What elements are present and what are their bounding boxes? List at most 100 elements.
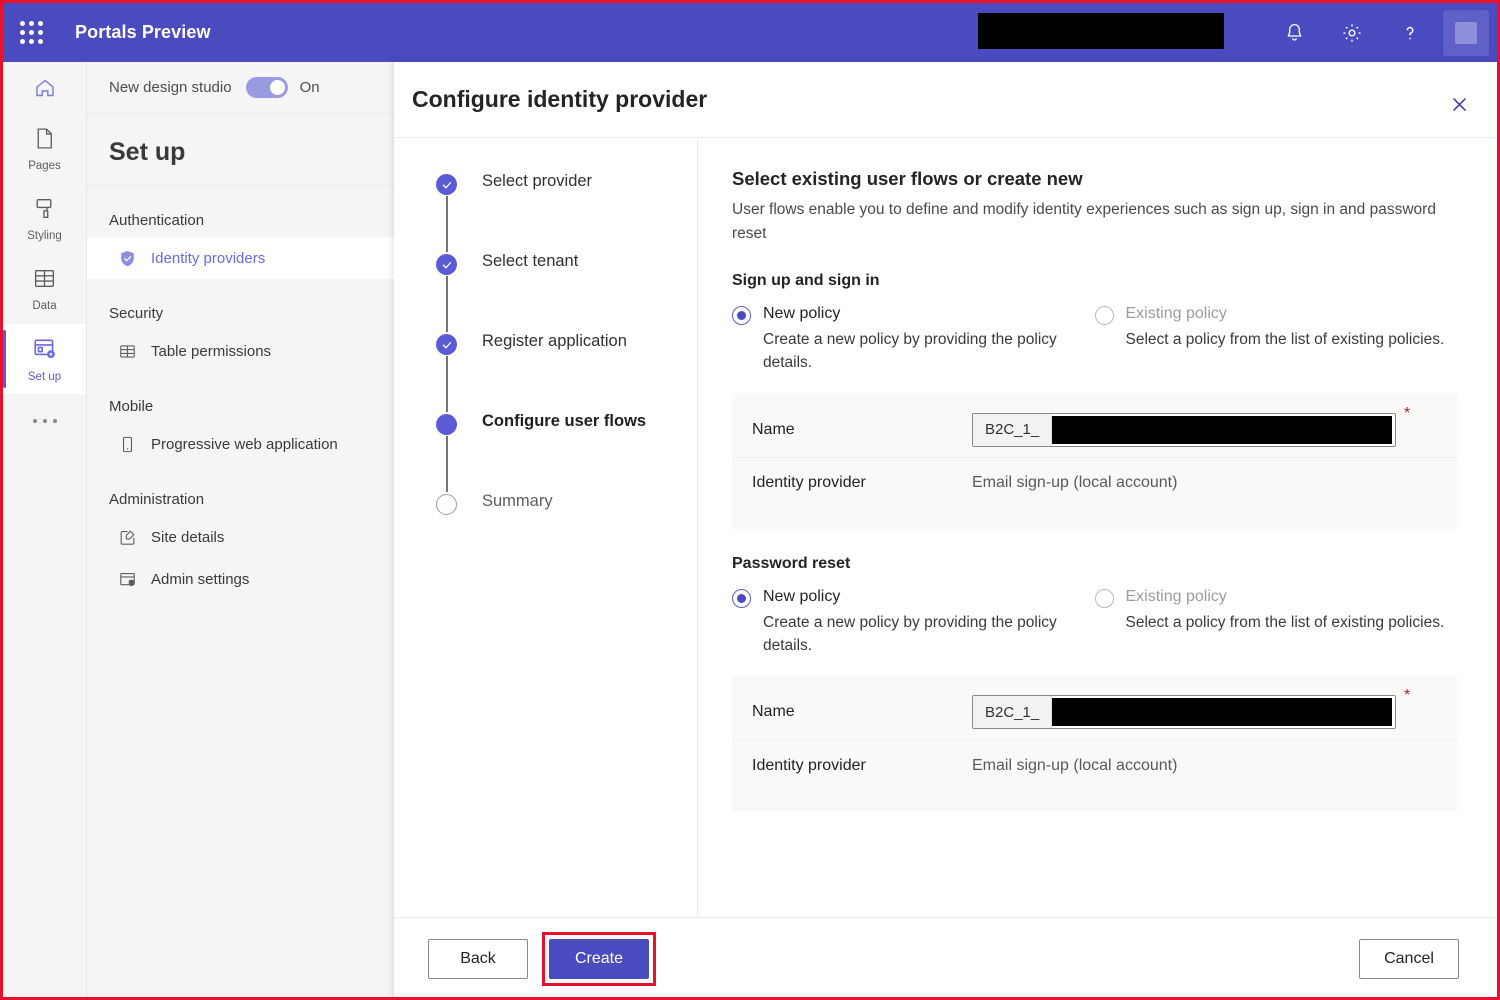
field-row-name-signup: Name B2C_1_ *	[732, 407, 1457, 453]
wizard-step-configure-user-flows[interactable]: Configure user flows	[436, 413, 697, 493]
sidebar-item-setup[interactable]: Set up	[3, 324, 86, 394]
wizard-step-select-provider[interactable]: Select provider	[436, 173, 697, 253]
step-status-todo-icon	[436, 494, 457, 515]
design-studio-toggle[interactable]	[246, 77, 288, 98]
sidebar-item-progressive-web-application[interactable]: Progressive web application	[87, 423, 394, 465]
radio-dot	[737, 311, 746, 320]
field-row-identity-provider-signup: Identity provider Email sign-up (local a…	[732, 457, 1457, 503]
name-input-value-redacted[interactable]	[1052, 698, 1392, 726]
sidebar-item-pages[interactable]: Pages	[3, 114, 86, 184]
home-icon[interactable]	[3, 62, 86, 114]
sidebar-item-label: Identity providers	[151, 250, 265, 267]
step-status-done-icon	[436, 254, 457, 275]
radio-label: Existing policy	[1126, 587, 1445, 606]
dialog-header: Configure identity provider	[394, 62, 1497, 137]
sidebar-item-identity-providers[interactable]: Identity providers	[87, 237, 394, 279]
name-input-value-redacted[interactable]	[1052, 416, 1392, 444]
required-indicator: *	[1404, 405, 1410, 423]
wizard-step-register-application[interactable]: Register application	[436, 333, 697, 413]
toggle-knob	[270, 80, 285, 95]
step-label: Select tenant	[482, 252, 578, 271]
sidebar-item-label: Data	[32, 300, 56, 312]
secondary-nav: New design studio On Set up Authenticati…	[87, 62, 394, 1000]
step-connector	[446, 276, 448, 332]
step-label: Select provider	[482, 172, 592, 191]
field-label: Name	[752, 421, 972, 439]
waffle-grid	[20, 21, 43, 44]
step-label: Register application	[482, 332, 627, 351]
radio-description: Select a policy from the list of existin…	[1126, 611, 1445, 634]
shield-check-icon	[117, 248, 137, 268]
radio-group-password-reset: New policy Create a new policy by provid…	[732, 587, 1457, 658]
field-row-name-reset: Name B2C_1_ *	[732, 689, 1457, 735]
table-icon	[117, 341, 137, 361]
sidebar-item-styling[interactable]: Styling	[3, 184, 86, 254]
radio-option-existing-policy-signup[interactable]: Existing policy Select a policy from the…	[1095, 304, 1458, 375]
radio-dot	[737, 594, 746, 603]
bell-icon[interactable]	[1265, 3, 1323, 62]
input-prefix: B2C_1_	[973, 696, 1052, 728]
cancel-button[interactable]: Cancel	[1359, 939, 1459, 979]
sidebar-more-button[interactable]	[3, 394, 86, 448]
sidebar-item-site-details[interactable]: Site details	[87, 516, 394, 558]
help-icon[interactable]	[1381, 3, 1439, 62]
radio-description: Create a new policy by providing the pol…	[763, 328, 1093, 375]
radio-existing-policy-signup[interactable]	[1095, 306, 1114, 325]
nav-group-administration: Administration	[87, 465, 394, 516]
wizard-steps: Select provider Select tenant	[394, 138, 698, 917]
configure-identity-provider-dialog: Configure identity provider Select pro	[394, 62, 1497, 1000]
gear-icon[interactable]	[1323, 3, 1381, 62]
form-card-signup-signin: Name B2C_1_ * Identity provider Email si…	[732, 393, 1457, 529]
radio-option-new-policy-signup[interactable]: New policy Create a new policy by provid…	[732, 304, 1095, 375]
sidebar-item-admin-settings[interactable]: Admin settings	[87, 558, 394, 600]
app-launcher-icon[interactable]	[3, 3, 59, 62]
avatar[interactable]	[1443, 10, 1489, 56]
radio-existing-policy-reset[interactable]	[1095, 589, 1114, 608]
sidebar-item-table-permissions[interactable]: Table permissions	[87, 330, 394, 372]
wizard-step-select-tenant[interactable]: Select tenant	[436, 253, 697, 333]
close-icon[interactable]	[1445, 90, 1473, 118]
content-description: User flows enable you to define and modi…	[732, 198, 1457, 246]
form-card-password-reset: Name B2C_1_ * Identity provider Email si…	[732, 675, 1457, 811]
header-actions	[1265, 3, 1497, 62]
field-row-identity-provider-reset: Identity provider Email sign-up (local a…	[732, 739, 1457, 785]
left-rail: Pages Styling Data	[3, 62, 87, 1000]
step-status-done-icon	[436, 174, 457, 195]
radio-new-policy-signup[interactable]	[732, 306, 751, 325]
content-heading: Select existing user flows or create new	[732, 168, 1457, 190]
page-icon	[32, 126, 57, 156]
create-button-highlight: Create	[542, 932, 656, 986]
radio-description: Select a policy from the list of existin…	[1126, 328, 1445, 351]
step-connector	[446, 436, 448, 492]
radio-new-policy-reset[interactable]	[732, 589, 751, 608]
step-status-current-icon	[436, 414, 457, 435]
sidebar-item-label: Pages	[28, 160, 61, 172]
sidebar-item-data[interactable]: Data	[3, 254, 86, 324]
input-prefix: B2C_1_	[973, 414, 1052, 446]
create-button[interactable]: Create	[549, 939, 649, 979]
field-value: Email sign-up (local account)	[972, 757, 1177, 775]
avatar-image	[1455, 22, 1477, 44]
wizard-step-summary[interactable]: Summary	[436, 493, 697, 515]
admin-shield-icon	[117, 569, 137, 589]
radio-label: New policy	[763, 304, 1093, 323]
radio-option-new-policy-reset[interactable]: New policy Create a new policy by provid…	[732, 587, 1095, 658]
design-studio-toggle-row: New design studio On	[87, 62, 394, 114]
radio-label: Existing policy	[1126, 304, 1445, 323]
edit-page-icon	[117, 527, 137, 547]
name-input-signup[interactable]: B2C_1_	[972, 413, 1396, 447]
radio-option-existing-policy-reset[interactable]: Existing policy Select a policy from the…	[1095, 587, 1458, 658]
table-icon	[32, 266, 57, 296]
step-label: Configure user flows	[482, 412, 646, 431]
app-title: Portals Preview	[75, 22, 211, 43]
sidebar-item-label: Styling	[27, 230, 62, 242]
radio-description: Create a new policy by providing the pol…	[763, 611, 1093, 658]
radio-label: New policy	[763, 587, 1093, 606]
back-button[interactable]: Back	[428, 939, 528, 979]
header-search-redacted[interactable]	[978, 13, 1224, 49]
design-studio-label: New design studio	[109, 79, 232, 96]
field-label: Identity provider	[752, 474, 972, 492]
name-input-reset[interactable]: B2C_1_	[972, 695, 1396, 729]
section-heading-signup-signin: Sign up and sign in	[732, 272, 1457, 290]
mobile-icon	[117, 434, 137, 454]
